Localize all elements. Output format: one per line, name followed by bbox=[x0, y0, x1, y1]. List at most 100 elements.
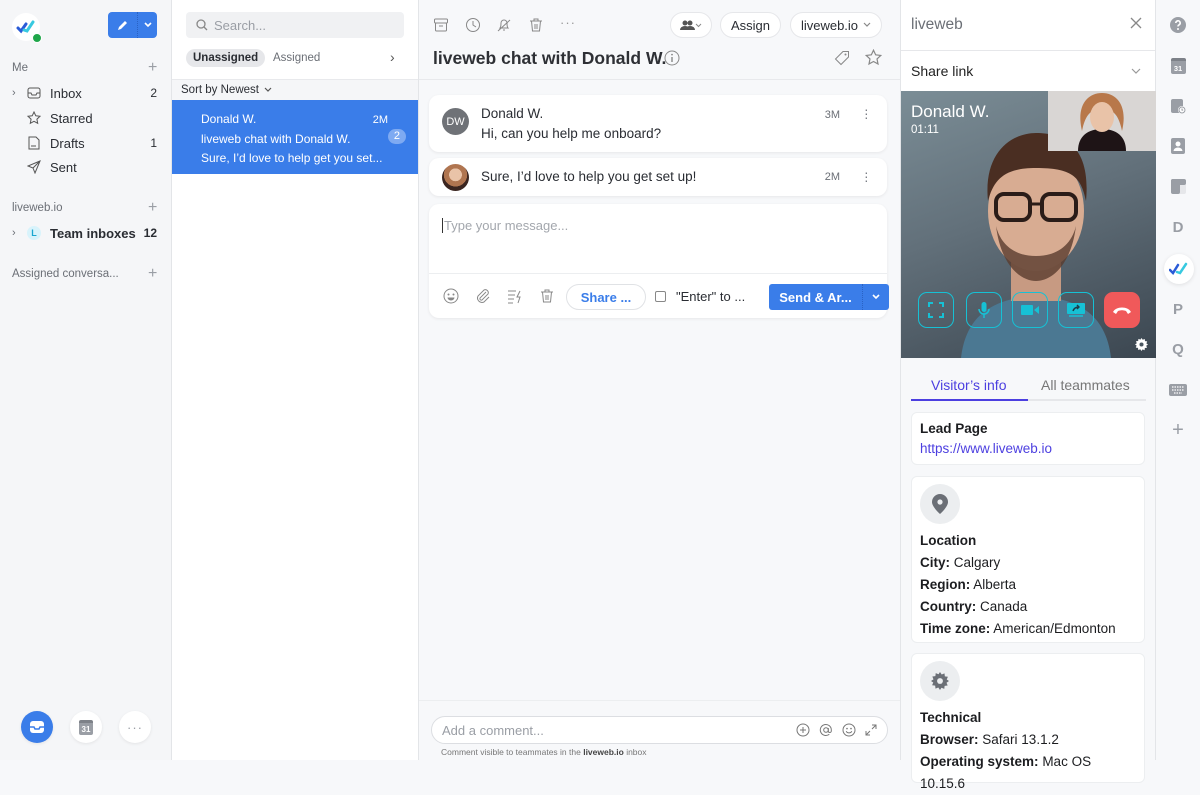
chevron-down-icon bbox=[1131, 68, 1141, 74]
unread-badge: 2 bbox=[387, 129, 406, 144]
info-icon[interactable] bbox=[664, 50, 680, 66]
emoji-icon[interactable] bbox=[443, 288, 459, 304]
add-assigned-button[interactable]: + bbox=[148, 265, 157, 283]
mute-bell-icon[interactable] bbox=[496, 17, 512, 33]
chevron-right-icon[interactable]: › bbox=[12, 227, 24, 239]
archive-icon[interactable] bbox=[433, 17, 449, 33]
comment-input[interactable]: Add a comment... bbox=[431, 716, 888, 744]
conversation-subject: liveweb chat with Donald W. bbox=[201, 131, 351, 146]
liveweb-app-button[interactable] bbox=[1164, 254, 1194, 284]
technical-browser: Browser: Safari 13.1.2 bbox=[920, 732, 1059, 747]
hang-up-button[interactable] bbox=[1104, 292, 1140, 328]
message-card[interactable]: DW Donald W. Hi, can you help me onboard… bbox=[429, 95, 887, 152]
message-menu-button[interactable]: · · · bbox=[864, 102, 869, 124]
conversation-item[interactable]: Donald W. liveweb chat with Donald W. Su… bbox=[172, 100, 418, 174]
self-video-feed bbox=[1048, 91, 1156, 151]
expand-icon[interactable] bbox=[865, 724, 877, 736]
calendar-icon[interactable]: 31 bbox=[1169, 57, 1187, 75]
message-input[interactable]: Type your message... bbox=[442, 218, 568, 233]
snooze-clock-icon[interactable] bbox=[465, 17, 481, 33]
add-me-button[interactable]: + bbox=[148, 59, 157, 77]
tab-assigned[interactable]: Assigned bbox=[266, 49, 327, 67]
sidebar-item-drafts[interactable]: Drafts 1 bbox=[12, 132, 157, 154]
calendar-app-button[interactable]: 31 bbox=[70, 711, 102, 743]
tab-visitors-info[interactable]: Visitor’s info bbox=[931, 377, 1006, 393]
inbox-dropdown[interactable]: liveweb.io bbox=[790, 12, 882, 38]
sidebar-item-label: Inbox bbox=[50, 85, 82, 101]
more-apps-button[interactable]: ··· bbox=[119, 711, 151, 743]
comment-placeholder: Add a comment... bbox=[442, 722, 544, 738]
app-q-icon[interactable]: Q bbox=[1169, 340, 1187, 358]
enter-to-send-checkbox[interactable] bbox=[655, 291, 666, 302]
compose-button-group bbox=[108, 12, 157, 38]
app-p-icon[interactable]: P bbox=[1169, 300, 1187, 318]
sidebar-item-sent[interactable]: Sent bbox=[12, 156, 157, 178]
tag-icon[interactable] bbox=[834, 50, 850, 66]
discard-draft-icon[interactable] bbox=[539, 288, 555, 304]
people-icon bbox=[680, 20, 702, 30]
help-icon[interactable] bbox=[1169, 16, 1187, 34]
mention-icon[interactable] bbox=[819, 723, 833, 737]
send-archive-button[interactable]: Send & Ar... bbox=[769, 284, 863, 310]
gear-icon bbox=[920, 661, 960, 701]
contacts-icon[interactable] bbox=[1169, 137, 1187, 155]
compose-dropdown-button[interactable] bbox=[138, 12, 157, 38]
sidebar-item-starred[interactable]: Starred bbox=[12, 107, 157, 129]
tabs-next-button[interactable]: › bbox=[390, 49, 395, 65]
inbox-dropdown-label: liveweb.io bbox=[800, 17, 859, 33]
compose-button[interactable] bbox=[108, 12, 138, 38]
plugin-header: liveweb bbox=[901, 0, 1155, 51]
add-org-button[interactable]: + bbox=[148, 199, 157, 217]
call-settings-button[interactable] bbox=[1135, 338, 1148, 351]
conversation-panel: ··· Assign liveweb.io liveweb chat with … bbox=[419, 0, 901, 760]
chevron-down-icon bbox=[264, 87, 272, 92]
keyboard-icon[interactable] bbox=[1169, 381, 1187, 399]
send-button-group: Send & Ar... bbox=[769, 284, 889, 310]
draft-icon bbox=[24, 136, 44, 150]
hang-up-icon bbox=[1113, 307, 1131, 314]
share-link-dropdown[interactable]: Share link bbox=[901, 51, 1155, 91]
message-card[interactable]: Sure, I’d love to help you get set up! 2… bbox=[429, 158, 887, 196]
share-button[interactable]: Share ... bbox=[566, 284, 646, 310]
send-icon bbox=[24, 160, 44, 174]
location-card: Location City: Calgary Region: Alberta C… bbox=[911, 476, 1145, 643]
message-text: Hi, can you help me onboard? bbox=[481, 126, 662, 141]
microphone-button[interactable] bbox=[966, 292, 1002, 328]
tabs-track bbox=[911, 399, 1146, 401]
app-d-icon[interactable]: D bbox=[1169, 218, 1187, 236]
close-button[interactable] bbox=[1130, 17, 1142, 29]
notes-icon[interactable] bbox=[1169, 177, 1187, 195]
participants-dropdown[interactable] bbox=[670, 12, 712, 38]
add-icon[interactable] bbox=[796, 723, 810, 737]
assign-button[interactable]: Assign bbox=[720, 12, 781, 38]
search-input[interactable]: Search... bbox=[186, 12, 404, 38]
tab-all-teammates[interactable]: All teammates bbox=[1041, 377, 1130, 393]
trash-icon[interactable] bbox=[528, 17, 544, 33]
add-app-button[interactable]: + bbox=[1169, 419, 1187, 441]
sort-dropdown[interactable]: Sort by Newest bbox=[172, 79, 418, 100]
sidebar-item-inbox[interactable]: › Inbox 2 bbox=[12, 82, 157, 104]
sidebar-item-label: Team inboxes bbox=[50, 225, 136, 241]
inbox-app-button[interactable] bbox=[21, 711, 53, 743]
tab-unassigned[interactable]: Unassigned bbox=[186, 49, 266, 67]
lead-page-link[interactable]: https://www.liveweb.io bbox=[920, 437, 1136, 460]
search-placeholder: Search... bbox=[214, 17, 267, 33]
sidebar-item-team-inboxes[interactable]: › L Team inboxes 12 bbox=[12, 222, 157, 244]
emoji-icon[interactable] bbox=[842, 723, 856, 737]
screen-share-button[interactable] bbox=[1058, 292, 1094, 328]
message-menu-button[interactable]: · · · bbox=[864, 165, 869, 187]
technical-title: Technical bbox=[920, 710, 982, 725]
star-icon[interactable] bbox=[865, 49, 882, 66]
attachment-icon[interactable] bbox=[475, 288, 491, 304]
chevron-right-icon[interactable]: › bbox=[12, 87, 24, 99]
fullscreen-button[interactable] bbox=[918, 292, 954, 328]
schedule-icon[interactable] bbox=[1169, 97, 1187, 115]
more-icon: ··· bbox=[127, 719, 143, 735]
snippets-icon[interactable] bbox=[507, 288, 523, 304]
app-rail: 31 D P Q + bbox=[1156, 0, 1200, 760]
more-icon[interactable]: ··· bbox=[560, 15, 576, 30]
app-logo[interactable] bbox=[12, 13, 42, 43]
camera-button[interactable] bbox=[1012, 292, 1048, 328]
send-options-button[interactable] bbox=[863, 284, 889, 310]
comment-divider bbox=[419, 700, 900, 701]
